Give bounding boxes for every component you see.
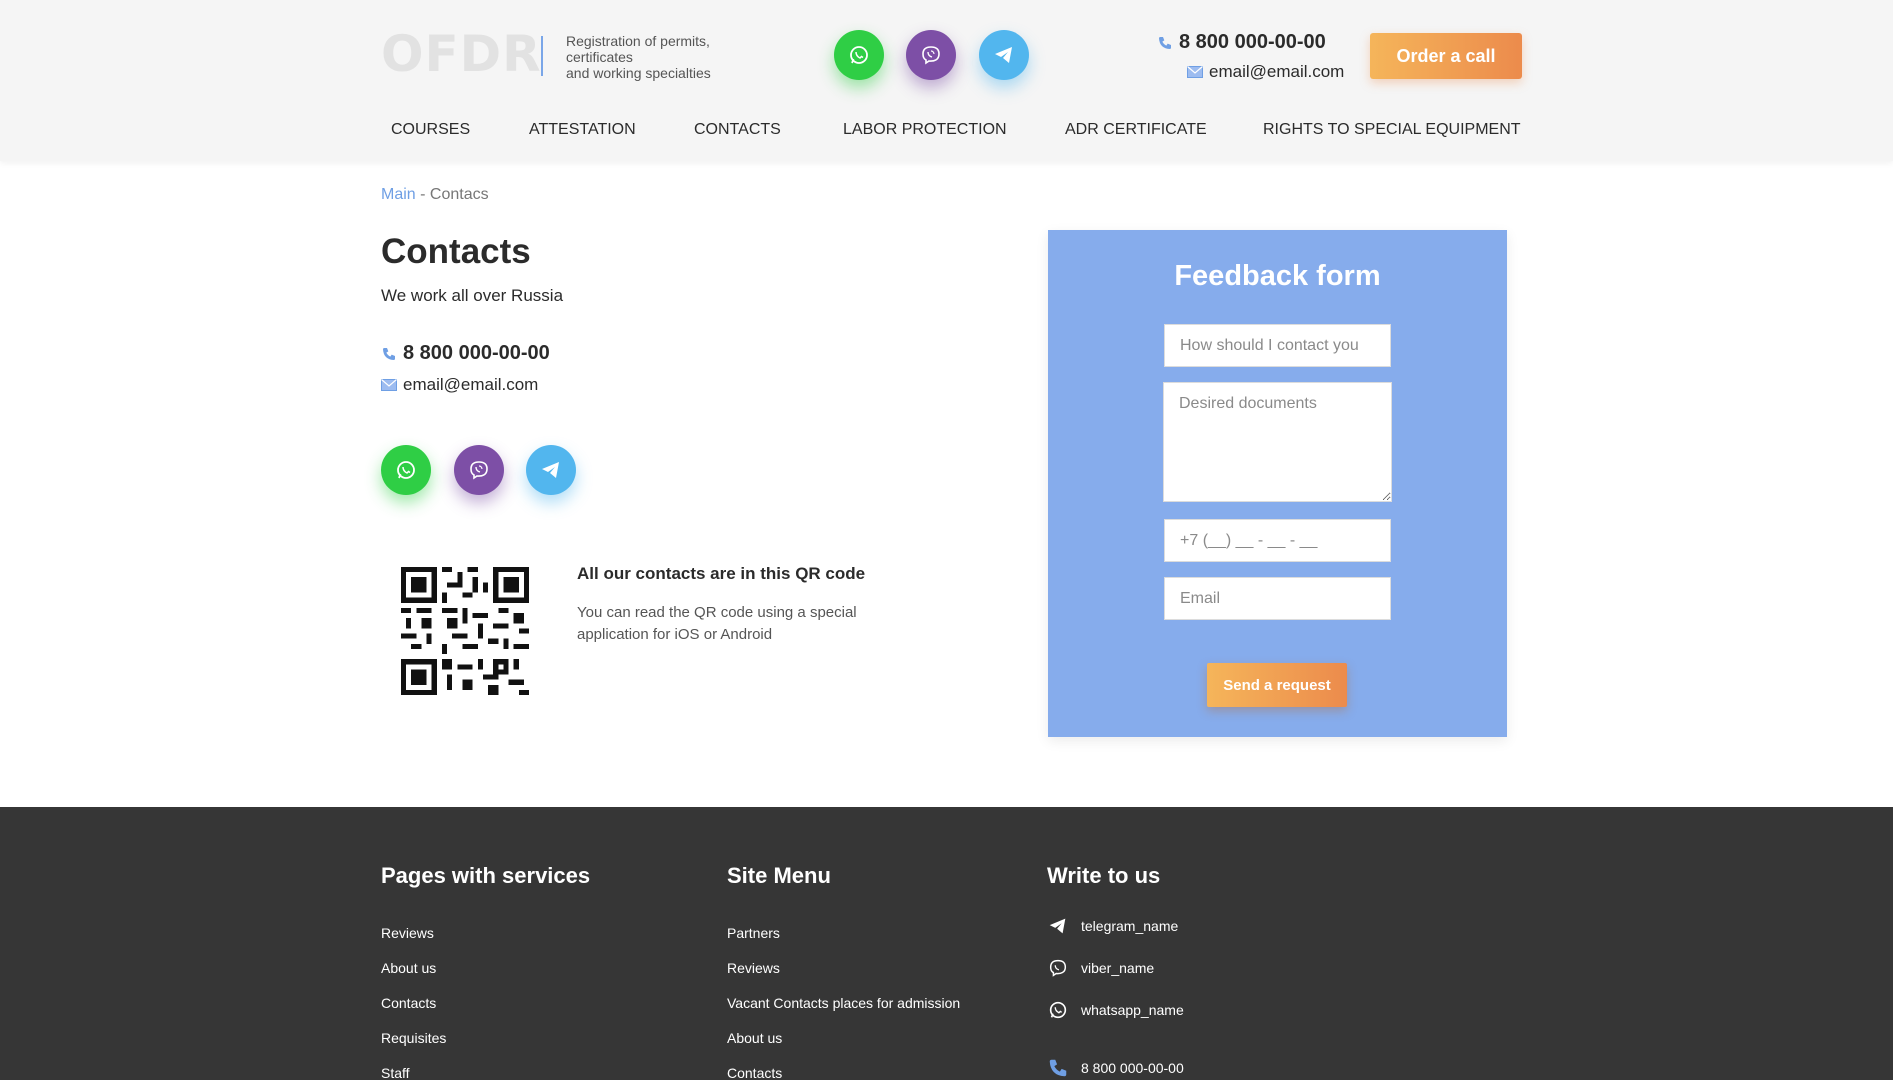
nav-item-contacts[interactable]: CONTACTS bbox=[694, 121, 781, 139]
phone-icon bbox=[383, 347, 395, 360]
footer-services-heading: Pages with services bbox=[381, 863, 591, 888]
logo[interactable]: OFDR bbox=[381, 25, 542, 83]
footer-whatsapp-name: whatsapp_name bbox=[1081, 1002, 1184, 1018]
footer-link-staff[interactable]: Staff bbox=[381, 1065, 410, 1080]
breadcrumb-current: Contacs bbox=[429, 186, 489, 203]
page-subtitle: We work all over Russia bbox=[381, 286, 564, 305]
footer-menu-contacts[interactable]: Contacts bbox=[727, 1065, 782, 1080]
mail-icon bbox=[1187, 66, 1203, 78]
footer-link-requisites[interactable]: Requisites bbox=[381, 1030, 446, 1046]
contact-viber-button[interactable] bbox=[454, 445, 504, 495]
contact-email-address: email@email.com bbox=[403, 375, 539, 394]
telegram-icon bbox=[995, 47, 1012, 63]
footer-link-contacts[interactable]: Contacts bbox=[381, 995, 436, 1011]
contact-email[interactable]: email@email.com bbox=[381, 375, 538, 395]
phone-icon bbox=[1049, 1059, 1067, 1077]
contact-phone[interactable]: 8 800 000-00-00 bbox=[381, 342, 550, 365]
whatsapp-icon bbox=[1049, 1001, 1067, 1019]
contact-whatsapp-button[interactable] bbox=[381, 445, 431, 495]
nav-item-courses[interactable]: COURSES bbox=[391, 121, 470, 139]
header-email-address: email@email.com bbox=[1209, 62, 1345, 81]
header-whatsapp-button[interactable] bbox=[834, 30, 884, 80]
viber-icon bbox=[922, 46, 940, 65]
page-title: Contacts bbox=[381, 232, 531, 271]
footer-menu-vacant-places[interactable]: Vacant Contacts places for admission bbox=[727, 995, 960, 1011]
footer-menu-reviews[interactable]: Reviews bbox=[727, 960, 780, 976]
feedback-form-title: Feedback form bbox=[1174, 260, 1381, 292]
logo-divider bbox=[541, 36, 543, 76]
footer-viber-name: viber_name bbox=[1081, 960, 1155, 976]
header-telegram-button[interactable] bbox=[979, 30, 1029, 80]
footer-menu-partners[interactable]: Partners bbox=[727, 925, 780, 941]
header-phone-number: 8 800 000-00-00 bbox=[1179, 31, 1326, 53]
footer-menu-about-us[interactable]: About us bbox=[727, 1030, 782, 1046]
email-input[interactable] bbox=[1164, 577, 1391, 620]
breadcrumb: Main - Contacs bbox=[381, 186, 489, 204]
contact-phone-number: 8 800 000-00-00 bbox=[403, 342, 550, 364]
whatsapp-icon bbox=[850, 46, 868, 64]
footer-write-heading: Write to us bbox=[1047, 863, 1161, 888]
nav-item-special-equipment[interactable]: RIGHTS TO SPECIAL EQUIPMENT bbox=[1263, 121, 1521, 139]
viber-icon bbox=[1049, 959, 1067, 977]
nav-item-adr-certificate[interactable]: ADR CERTIFICATE bbox=[1065, 121, 1207, 139]
viber-icon bbox=[470, 461, 488, 480]
breadcrumb-separator: - bbox=[415, 186, 430, 203]
footer-whatsapp-link[interactable]: whatsapp_name bbox=[1047, 999, 1184, 1021]
site-footer: Pages with services Reviews About us Con… bbox=[0, 807, 1893, 1080]
nav-item-labor-protection[interactable]: LABOR PROTECTION bbox=[843, 121, 1007, 139]
site-header: OFDR Registration of permits, certificat… bbox=[0, 0, 1893, 161]
contact-telegram-button[interactable] bbox=[526, 445, 576, 495]
phone-icon bbox=[1159, 36, 1171, 49]
qr-title: All our contacts are in this QR code bbox=[577, 564, 866, 583]
footer-telegram-name: telegram_name bbox=[1081, 918, 1179, 934]
tagline-line: Registration of permits, bbox=[566, 33, 710, 49]
order-call-button[interactable]: Order a call bbox=[1370, 33, 1522, 79]
header-email[interactable]: email@email.com bbox=[1187, 62, 1344, 82]
mail-icon bbox=[381, 379, 397, 391]
qr-code bbox=[401, 567, 529, 695]
whatsapp-icon bbox=[397, 461, 415, 479]
qr-description: You can read the QR code using a special… bbox=[577, 604, 857, 643]
footer-telegram-link[interactable]: telegram_name bbox=[1047, 915, 1178, 937]
telegram-icon bbox=[1049, 918, 1066, 934]
send-request-button[interactable]: Send a request bbox=[1207, 663, 1347, 707]
telegram-icon bbox=[542, 462, 559, 478]
feedback-form: Feedback form Send a request bbox=[1048, 230, 1507, 737]
phone-input[interactable] bbox=[1164, 519, 1391, 562]
footer-link-about-us[interactable]: About us bbox=[381, 960, 436, 976]
footer-site-menu-heading: Site Menu bbox=[727, 863, 831, 888]
footer-link-reviews[interactable]: Reviews bbox=[381, 925, 434, 941]
header-viber-button[interactable] bbox=[906, 30, 956, 80]
tagline-line: and working specialties bbox=[566, 65, 711, 81]
tagline: Registration of permits, certificates an… bbox=[566, 33, 756, 81]
footer-phone-link[interactable]: 8 800 000-00-00 bbox=[1047, 1057, 1184, 1079]
documents-textarea[interactable] bbox=[1163, 382, 1392, 502]
breadcrumb-home-link[interactable]: Main bbox=[381, 186, 416, 203]
nav-item-attestation[interactable]: ATTESTATION bbox=[529, 121, 636, 139]
name-input[interactable] bbox=[1164, 324, 1391, 367]
footer-phone-number: 8 800 000-00-00 bbox=[1081, 1060, 1184, 1076]
header-phone[interactable]: 8 800 000-00-00 bbox=[1157, 31, 1326, 54]
footer-viber-link[interactable]: viber_name bbox=[1047, 957, 1154, 979]
tagline-line: certificates bbox=[566, 49, 633, 65]
